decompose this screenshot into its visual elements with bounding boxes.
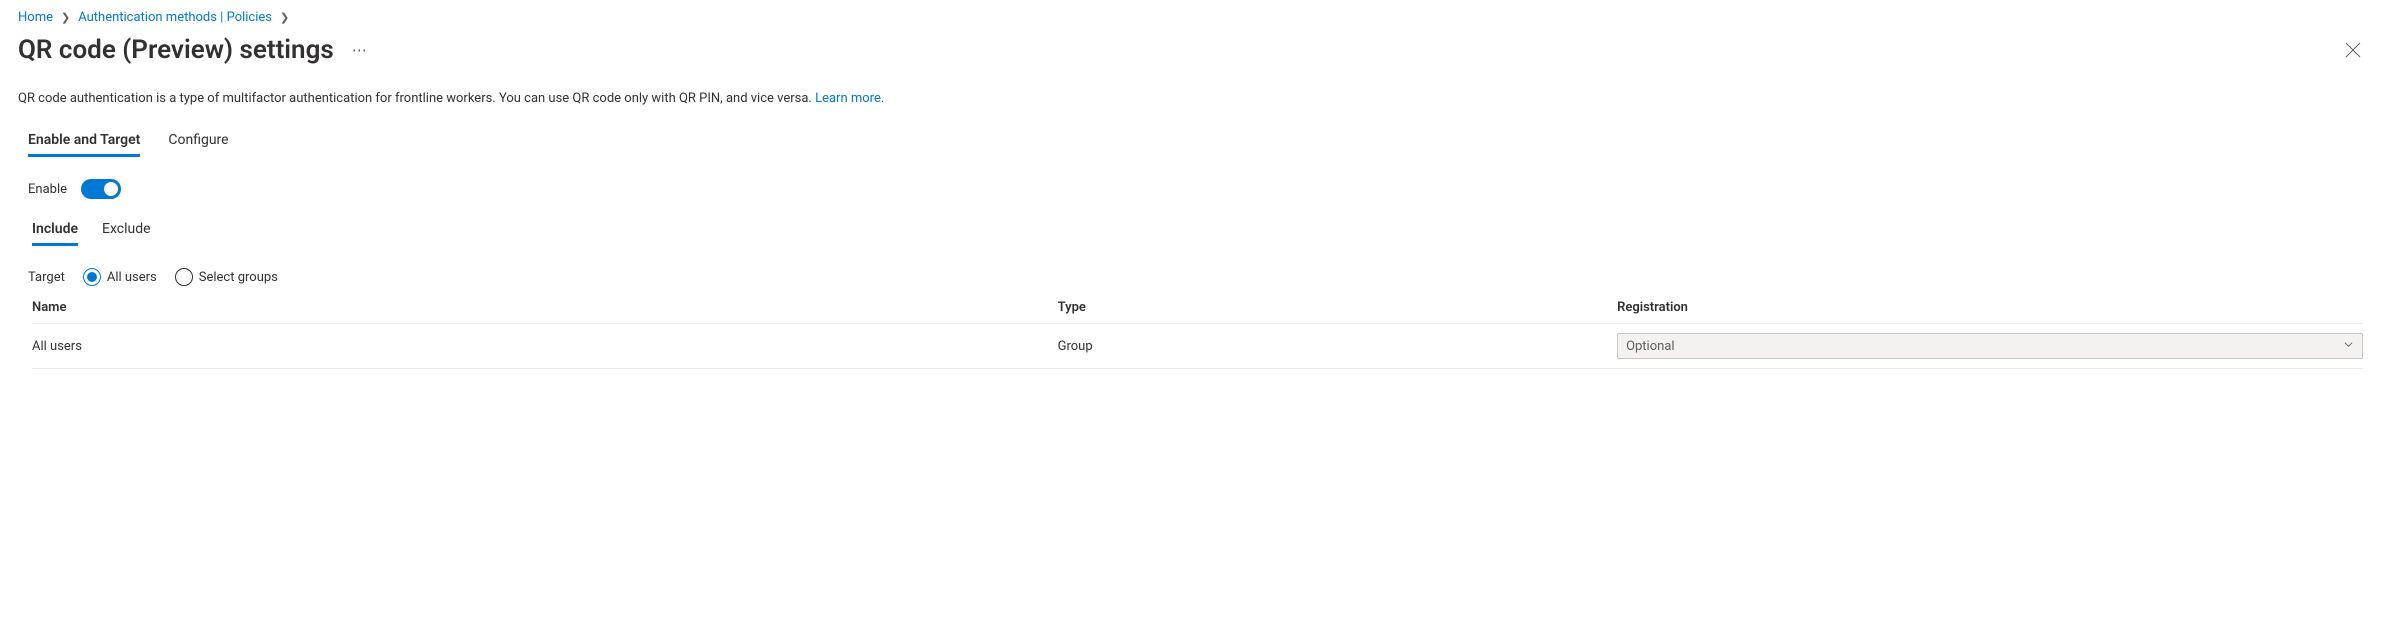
table-header: Name Type Registration <box>32 300 2363 324</box>
targets-table: Name Type Registration All users Group O… <box>32 300 2363 369</box>
page-title: QR code (Preview) settings <box>18 35 334 65</box>
cell-type: Group <box>1058 339 1617 354</box>
enable-label: Enable <box>28 182 67 197</box>
col-header-name: Name <box>32 300 1058 315</box>
registration-select-value: Optional <box>1626 339 1674 354</box>
col-header-registration: Registration <box>1617 300 2363 315</box>
subtab-include[interactable]: Include <box>32 221 78 246</box>
enable-toggle[interactable] <box>81 179 121 199</box>
cell-name: All users <box>32 339 1058 354</box>
table-row: All users Group Optional <box>32 324 2363 369</box>
cell-registration: Optional <box>1617 333 2363 359</box>
breadcrumb: Home ❯ Authentication methods | Policies… <box>18 10 2365 25</box>
close-icon[interactable] <box>2341 38 2365 62</box>
breadcrumb-auth-methods[interactable]: Authentication methods | Policies <box>78 10 272 25</box>
period: . <box>881 91 884 106</box>
radio-all-users-label: All users <box>107 270 157 285</box>
chevron-down-icon <box>2343 339 2354 354</box>
breadcrumb-home[interactable]: Home <box>18 10 53 25</box>
title-row: QR code (Preview) settings ⋯ <box>18 35 2365 65</box>
subtab-exclude[interactable]: Exclude <box>102 221 151 246</box>
col-header-type: Type <box>1058 300 1617 315</box>
description-text: QR code authentication is a type of mult… <box>18 91 815 106</box>
radio-select-groups-label: Select groups <box>199 270 278 285</box>
more-actions-icon[interactable]: ⋯ <box>352 41 368 59</box>
radio-icon <box>175 268 193 286</box>
radio-all-users[interactable]: All users <box>83 268 157 286</box>
registration-select[interactable]: Optional <box>1617 333 2363 359</box>
description: QR code authentication is a type of mult… <box>18 91 2365 106</box>
learn-more-link[interactable]: Learn more <box>815 91 881 106</box>
radio-select-groups[interactable]: Select groups <box>175 268 278 286</box>
chevron-right-icon: ❯ <box>280 11 289 24</box>
chevron-right-icon: ❯ <box>61 11 70 24</box>
tab-enable-target[interactable]: Enable and Target <box>28 132 140 157</box>
target-row: Target All users Select groups <box>28 268 2365 286</box>
enable-row: Enable <box>28 179 2365 199</box>
radio-icon <box>83 268 101 286</box>
main-tabs: Enable and Target Configure <box>28 132 2365 157</box>
target-label: Target <box>28 270 65 285</box>
tab-configure[interactable]: Configure <box>168 132 228 157</box>
include-exclude-tabs: Include Exclude <box>32 221 2365 246</box>
